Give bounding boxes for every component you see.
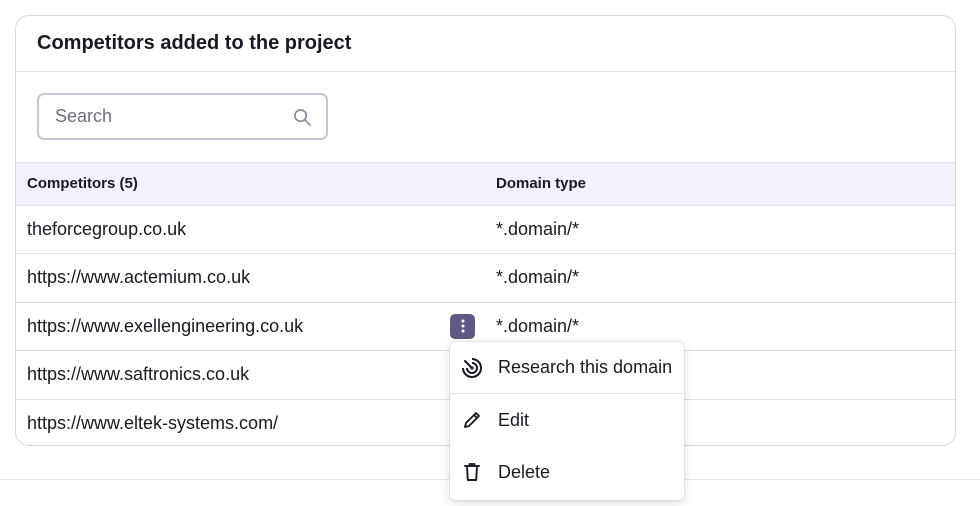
- menu-item-label: Research this domain: [498, 357, 673, 377]
- row-context-menu: Research this domain Edit Delete: [450, 342, 684, 500]
- search-box[interactable]: [37, 93, 328, 140]
- row-actions-button[interactable]: [450, 313, 475, 339]
- search-area: [16, 72, 955, 162]
- competitor-cell: theforcegroup.co.uk: [27, 219, 187, 239]
- competitor-cell: https://www.saftronics.co.uk: [27, 364, 250, 385]
- column-header-domain-type[interactable]: Domain type: [496, 163, 586, 205]
- card-header: Competitors added to the project: [16, 16, 955, 72]
- table-row[interactable]: theforcegroup.co.uk *.domain/*: [16, 206, 955, 255]
- menu-item-research-domain[interactable]: Research this domain: [450, 342, 684, 394]
- competitor-cell: https://www.actemium.co.uk: [27, 267, 251, 288]
- pencil-icon: [461, 409, 483, 431]
- table-header: Competitors (5) Domain type: [16, 162, 955, 206]
- search-icon[interactable]: [293, 108, 312, 127]
- competitor-cell: https://www.eltek-systems.com/: [27, 412, 279, 433]
- search-input[interactable]: [55, 101, 275, 132]
- card-title: Competitors added to the project: [37, 32, 352, 54]
- column-header-competitors[interactable]: Competitors (5): [27, 163, 138, 205]
- menu-item-delete[interactable]: Delete: [450, 446, 684, 498]
- competitor-cell: https://www.exellengineering.co.uk: [27, 315, 304, 336]
- trash-icon: [461, 461, 483, 483]
- domain-type-cell: *.domain/*: [496, 219, 580, 239]
- domain-type-cell: *.domain/*: [496, 267, 580, 288]
- radar-icon: [461, 357, 483, 379]
- menu-item-label: Delete: [498, 461, 551, 482]
- more-vertical-icon: [461, 319, 464, 333]
- menu-item-label: Edit: [498, 409, 530, 430]
- table-row[interactable]: https://www.actemium.co.uk *.domain/*: [16, 254, 955, 303]
- menu-item-edit[interactable]: Edit: [450, 394, 684, 446]
